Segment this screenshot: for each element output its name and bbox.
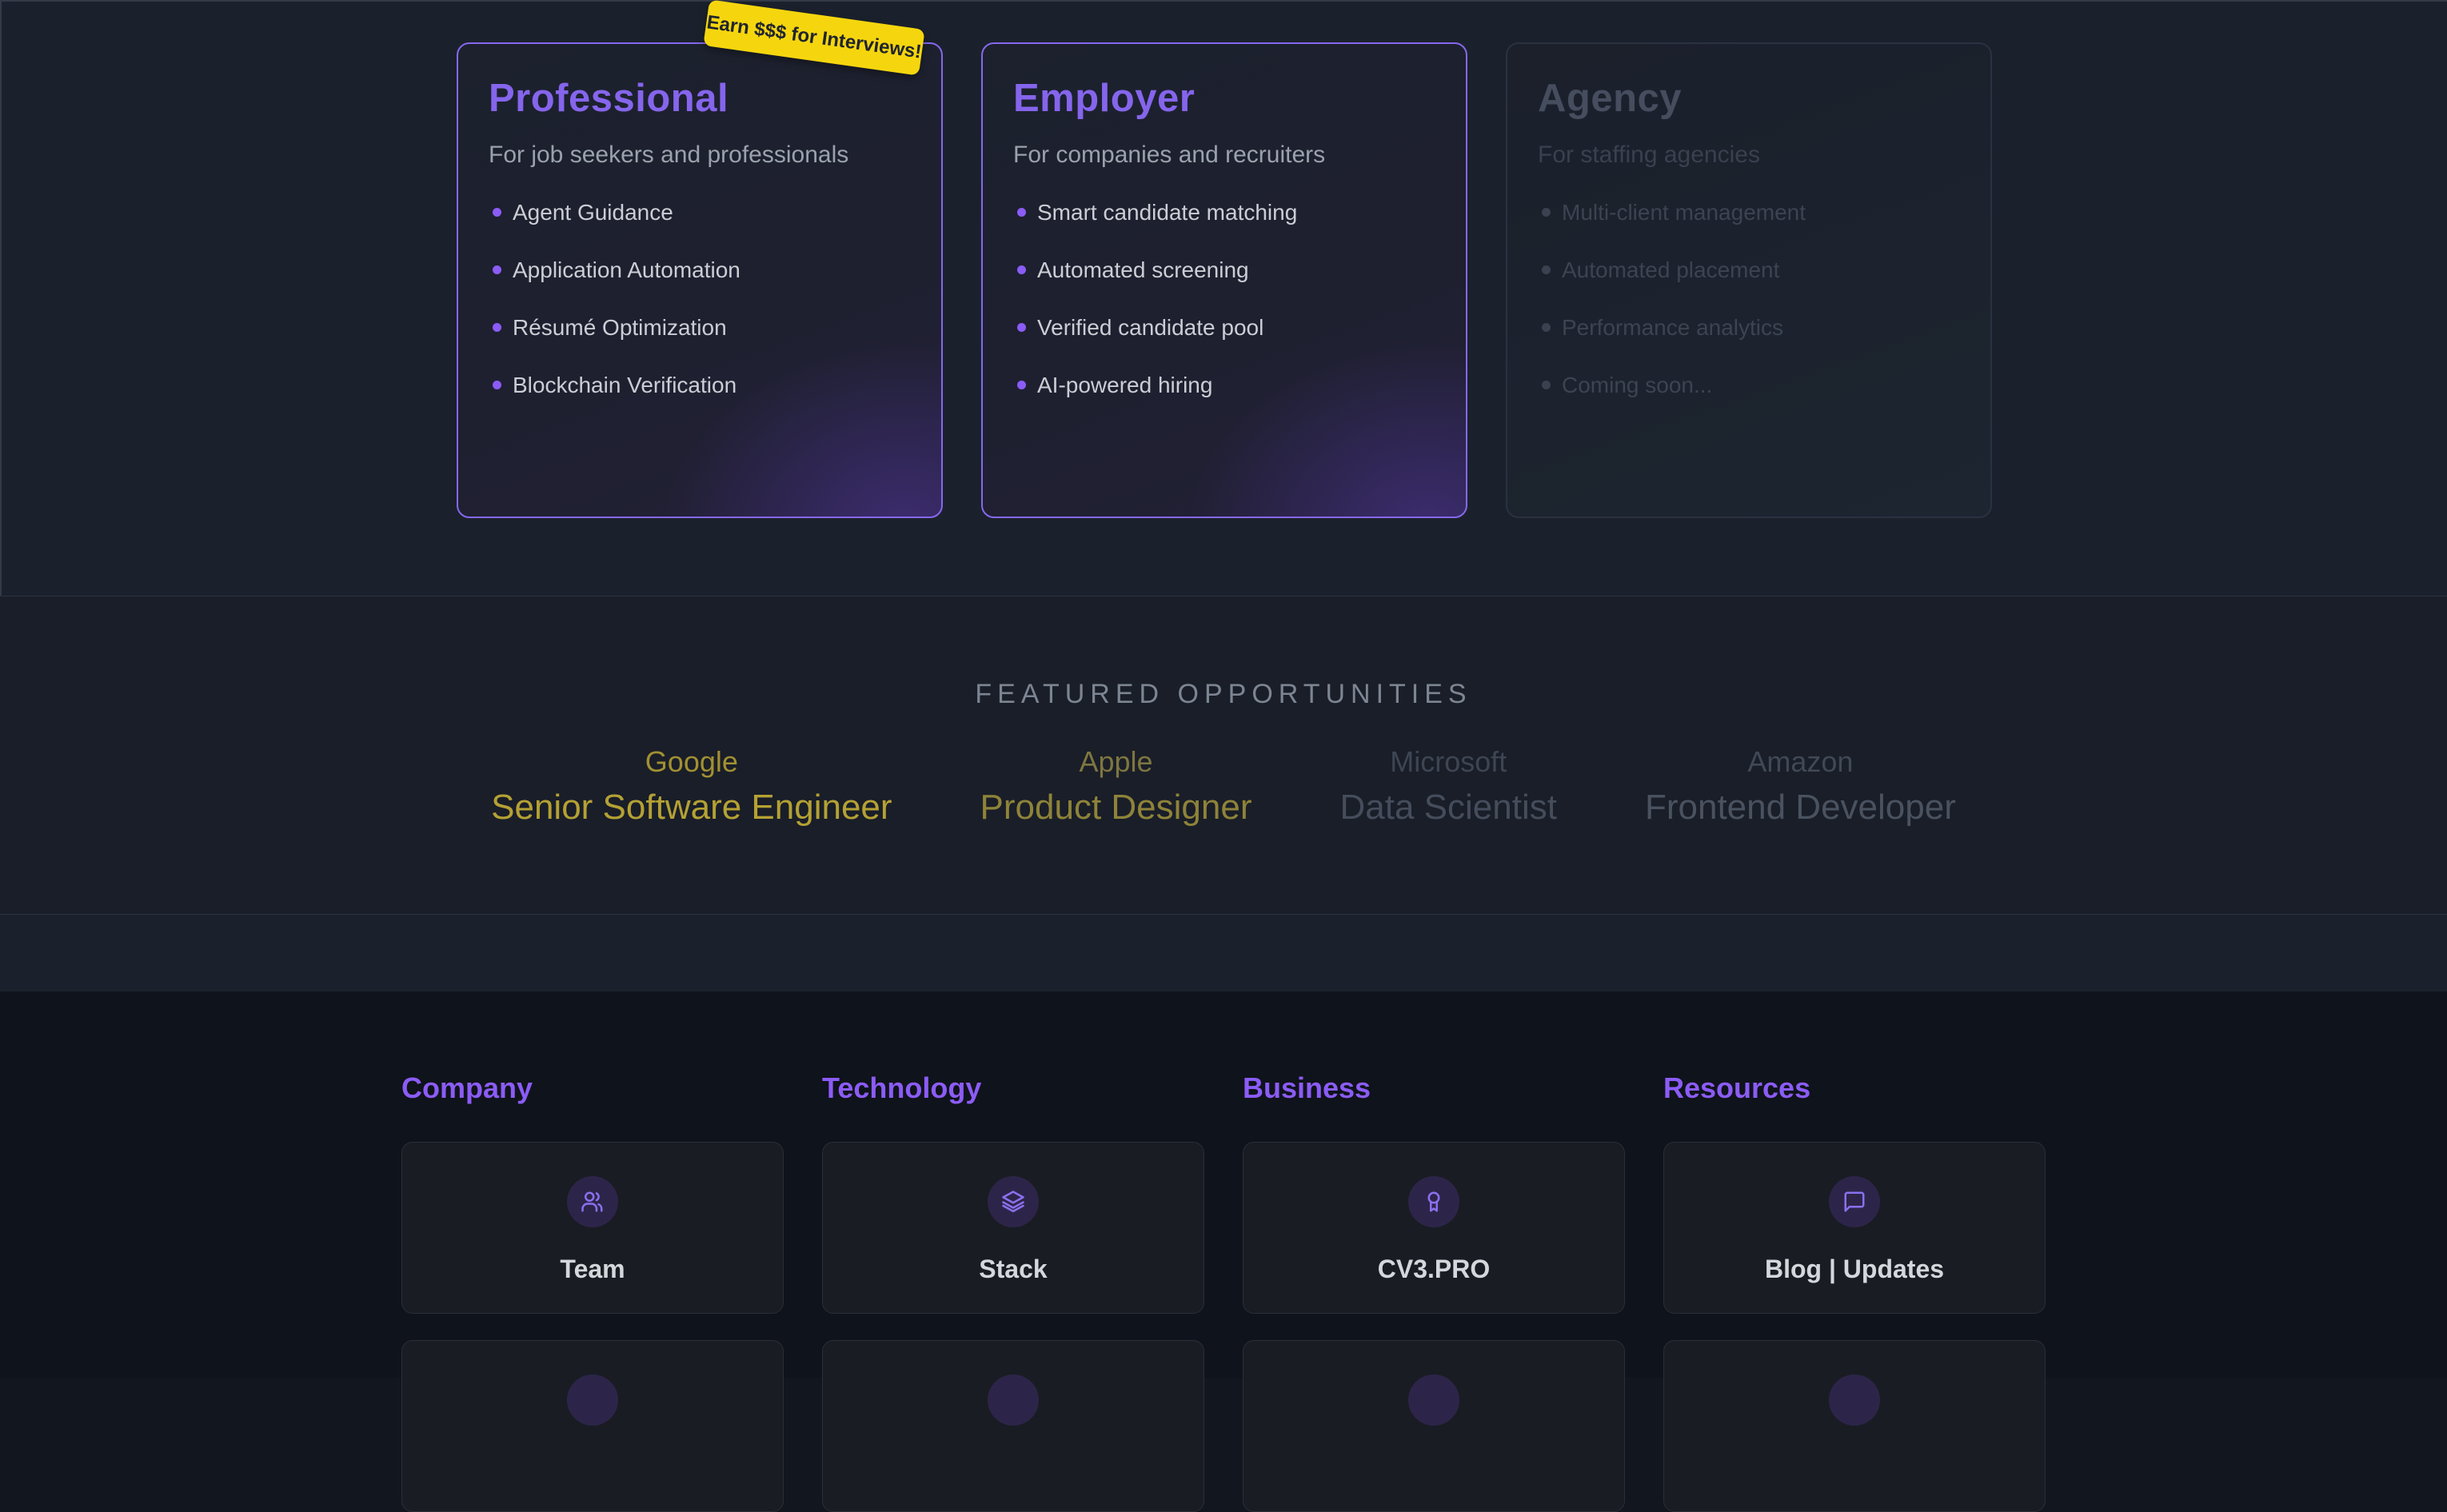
plan-feature-label: Coming soon... bbox=[1562, 373, 1712, 397]
plan-feature: Performance analytics bbox=[1538, 316, 1960, 339]
plan-feature: Smart candidate matching bbox=[1013, 201, 1435, 224]
plans-section: Professional For job seekers and profess… bbox=[0, 0, 2447, 596]
users-icon bbox=[567, 1176, 618, 1227]
plan-title: Professional bbox=[489, 76, 911, 121]
footer-column-header: Company bbox=[401, 1071, 784, 1105]
footer-card-partial[interactable] bbox=[1663, 1340, 2046, 1512]
job-role: Data Scientist bbox=[1340, 788, 1557, 827]
job-company: Apple bbox=[980, 745, 1252, 779]
plan-feature-label: Agent Guidance bbox=[513, 201, 673, 224]
plan-title: Agency bbox=[1538, 76, 1960, 121]
plan-card-agency: Agency For staffing agencies Multi-clien… bbox=[1506, 42, 1992, 518]
footer-card-partial[interactable] bbox=[822, 1340, 1204, 1512]
plan-feature-label: Application Automation bbox=[513, 258, 740, 281]
icon-circle bbox=[567, 1374, 618, 1426]
plan-feature: Multi-client management bbox=[1538, 201, 1960, 224]
job-item-amazon[interactable]: Amazon Frontend Developer bbox=[1645, 745, 1956, 827]
icon-circle bbox=[988, 1374, 1039, 1426]
job-item-apple[interactable]: Apple Product Designer bbox=[980, 745, 1252, 827]
footer-grid: Company Team Technology bbox=[0, 1071, 2447, 1512]
bullet-dot-icon bbox=[1542, 381, 1551, 389]
plan-feature-label: Résumé Optimization bbox=[513, 316, 727, 339]
layers-icon bbox=[988, 1176, 1039, 1227]
bullet-dot-icon bbox=[493, 381, 501, 389]
footer: Company Team Technology bbox=[0, 991, 2447, 1378]
job-role: Product Designer bbox=[980, 788, 1252, 827]
plan-feature: Agent Guidance bbox=[489, 201, 911, 224]
footer-column-technology: Technology Stack bbox=[822, 1071, 1204, 1512]
bullet-dot-icon bbox=[1017, 208, 1026, 217]
featured-opportunities-section: FEATURED OPPORTUNITIES Google Senior Sof… bbox=[0, 596, 2447, 914]
job-role: Frontend Developer bbox=[1645, 788, 1956, 827]
featured-jobs-row: Google Senior Software Engineer Apple Pr… bbox=[0, 745, 2447, 827]
plan-feature-label: Blockchain Verification bbox=[513, 373, 736, 397]
icon-circle bbox=[1408, 1374, 1459, 1426]
footer-card-label: Blog | Updates bbox=[1765, 1255, 1944, 1284]
plan-card-professional[interactable]: Professional For job seekers and profess… bbox=[457, 42, 943, 518]
footer-card-label: Stack bbox=[979, 1255, 1047, 1284]
bullet-dot-icon bbox=[493, 208, 501, 217]
job-company: Amazon bbox=[1645, 745, 1956, 779]
footer-card-stack[interactable]: Stack bbox=[822, 1142, 1204, 1314]
plan-card-employer[interactable]: Employer For companies and recruiters Sm… bbox=[981, 42, 1467, 518]
plan-feature-label: AI-powered hiring bbox=[1037, 373, 1212, 397]
footer-card-team[interactable]: Team bbox=[401, 1142, 784, 1314]
job-role: Senior Software Engineer bbox=[491, 788, 892, 827]
plan-feature: Automated placement bbox=[1538, 258, 1960, 281]
bullet-dot-icon bbox=[1017, 265, 1026, 274]
plan-feature-label: Verified candidate pool bbox=[1037, 316, 1263, 339]
footer-column-header: Resources bbox=[1663, 1071, 2046, 1105]
footer-column-company: Company Team bbox=[401, 1071, 784, 1512]
plan-feature-label: Automated screening bbox=[1037, 258, 1249, 281]
plan-feature: Blockchain Verification bbox=[489, 373, 911, 397]
footer-column-business: Business CV3.PRO bbox=[1243, 1071, 1625, 1512]
plan-feature: Verified candidate pool bbox=[1013, 316, 1435, 339]
section-divider-strip bbox=[0, 914, 2447, 991]
footer-column-resources: Resources Blog | Updates bbox=[1663, 1071, 2046, 1512]
bullet-dot-icon bbox=[1017, 323, 1026, 332]
chat-icon bbox=[1829, 1176, 1880, 1227]
job-company: Microsoft bbox=[1340, 745, 1557, 779]
featured-title: FEATURED OPPORTUNITIES bbox=[0, 678, 2447, 710]
footer-card-cv3pro[interactable]: CV3.PRO bbox=[1243, 1142, 1625, 1314]
plan-feature-list: Smart candidate matching Automated scree… bbox=[1013, 201, 1435, 397]
icon-circle bbox=[1829, 1374, 1880, 1426]
plan-feature-label: Performance analytics bbox=[1562, 316, 1783, 339]
job-company: Google bbox=[491, 745, 892, 779]
plan-feature: Coming soon... bbox=[1538, 373, 1960, 397]
plan-feature: Automated screening bbox=[1013, 258, 1435, 281]
plan-feature: AI-powered hiring bbox=[1013, 373, 1435, 397]
plan-feature-list: Multi-client management Automated placem… bbox=[1538, 201, 1960, 397]
plan-feature-label: Smart candidate matching bbox=[1037, 201, 1297, 224]
bullet-dot-icon bbox=[1542, 323, 1551, 332]
plan-subtitle: For companies and recruiters bbox=[1013, 142, 1435, 169]
bullet-dot-icon bbox=[493, 265, 501, 274]
footer-card-label: CV3.PRO bbox=[1378, 1255, 1490, 1284]
plan-feature-label: Multi-client management bbox=[1562, 201, 1806, 224]
footer-column-header: Technology bbox=[822, 1071, 1204, 1105]
footer-card-partial[interactable] bbox=[1243, 1340, 1625, 1512]
plan-subtitle: For job seekers and professionals bbox=[489, 142, 911, 169]
plan-feature: Résumé Optimization bbox=[489, 316, 911, 339]
footer-card-label: Team bbox=[560, 1255, 625, 1284]
job-item-microsoft[interactable]: Microsoft Data Scientist bbox=[1340, 745, 1557, 827]
plan-feature: Application Automation bbox=[489, 258, 911, 281]
plan-feature-label: Automated placement bbox=[1562, 258, 1779, 281]
plans-row: Professional For job seekers and profess… bbox=[2, 2, 2447, 518]
plan-feature-list: Agent Guidance Application Automation Ré… bbox=[489, 201, 911, 397]
footer-card-blog[interactable]: Blog | Updates bbox=[1663, 1142, 2046, 1314]
bullet-dot-icon bbox=[1017, 381, 1026, 389]
bullet-dot-icon bbox=[1542, 265, 1551, 274]
footer-card-partial[interactable] bbox=[401, 1340, 784, 1512]
plan-title: Employer bbox=[1013, 76, 1435, 121]
award-icon bbox=[1408, 1176, 1459, 1227]
bullet-dot-icon bbox=[493, 323, 501, 332]
job-item-google[interactable]: Google Senior Software Engineer bbox=[491, 745, 892, 827]
bullet-dot-icon bbox=[1542, 208, 1551, 217]
plan-subtitle: For staffing agencies bbox=[1538, 142, 1960, 169]
footer-column-header: Business bbox=[1243, 1071, 1625, 1105]
